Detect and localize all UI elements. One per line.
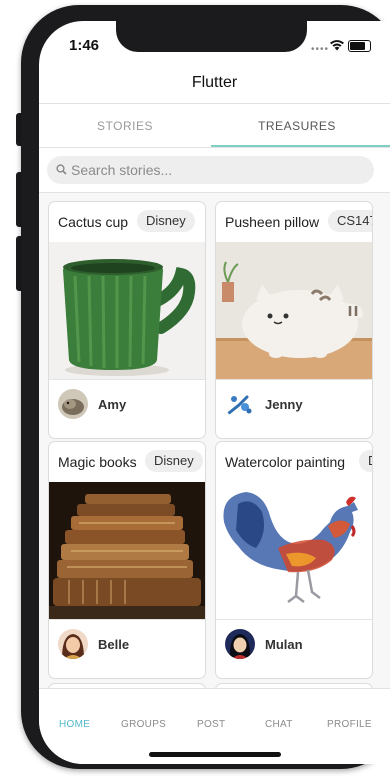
avatar [58,389,88,419]
pusheen-pillow-image [216,242,372,379]
card-title: Cactus cup [58,214,129,230]
search-icon [56,164,67,175]
card-title: Magic books [58,454,137,470]
home-indicator[interactable] [149,752,281,757]
card-title: Pusheen pillow [225,214,320,230]
divider [39,147,390,148]
owner-name: Jenny [265,397,303,412]
cactus-mug-image [49,242,205,379]
tab-treasures[interactable]: TREASURES [211,104,383,148]
card-tag: Disney [145,450,203,472]
search-input[interactable] [71,156,366,184]
old-books-image [49,482,205,619]
avatar [225,629,255,659]
phone-screen: 1:46 •••• Flutter STORIES TREASURES Cact… [39,21,390,764]
card-divider [49,379,205,380]
tab-stories[interactable]: STORIES [39,104,211,148]
treasure-grid: Cactus cup Disney Amy Pusheen pillow CS1… [39,193,390,688]
treasure-card[interactable]: Pusheen pillow CS147 Jenny [215,201,373,439]
treasure-card[interactable]: Magic books Disney Belle [48,441,206,679]
avatar [225,389,255,419]
avatar [58,629,88,659]
owner-name: Mulan [265,637,303,652]
nav-post[interactable]: POST [197,719,225,730]
notch [116,21,307,52]
treasure-card[interactable]: Cactus cup Disney Amy [48,201,206,439]
card-tag: Disney [137,210,195,232]
tab-bar: STORIES TREASURES [39,104,390,148]
owner-name: Belle [98,637,130,652]
status-time: 1:46 [69,37,100,54]
card-divider [49,619,205,620]
search-bar[interactable] [47,156,374,184]
nav-groups[interactable]: GROUPS [121,719,166,730]
status-icons: •••• [311,39,390,55]
battery-icon [348,40,371,52]
card-divider [216,619,372,620]
card-tag: CS147 [328,210,372,232]
card-divider [216,379,372,380]
watercolor-rooster-image [216,482,372,619]
signal-icon: •••• [311,44,330,55]
app-title: Flutter [191,74,238,91]
card-tag: D [359,450,372,472]
owner-name: Amy [98,397,127,412]
wifi-icon [330,40,344,51]
treasure-card[interactable]: Watercolor painting D [215,441,373,679]
nav-profile[interactable]: PROFILE [327,719,372,730]
nav-chat[interactable]: CHAT [265,719,293,730]
card-title: Watercolor painting [225,454,346,470]
nav-home[interactable]: HOME [59,719,90,730]
